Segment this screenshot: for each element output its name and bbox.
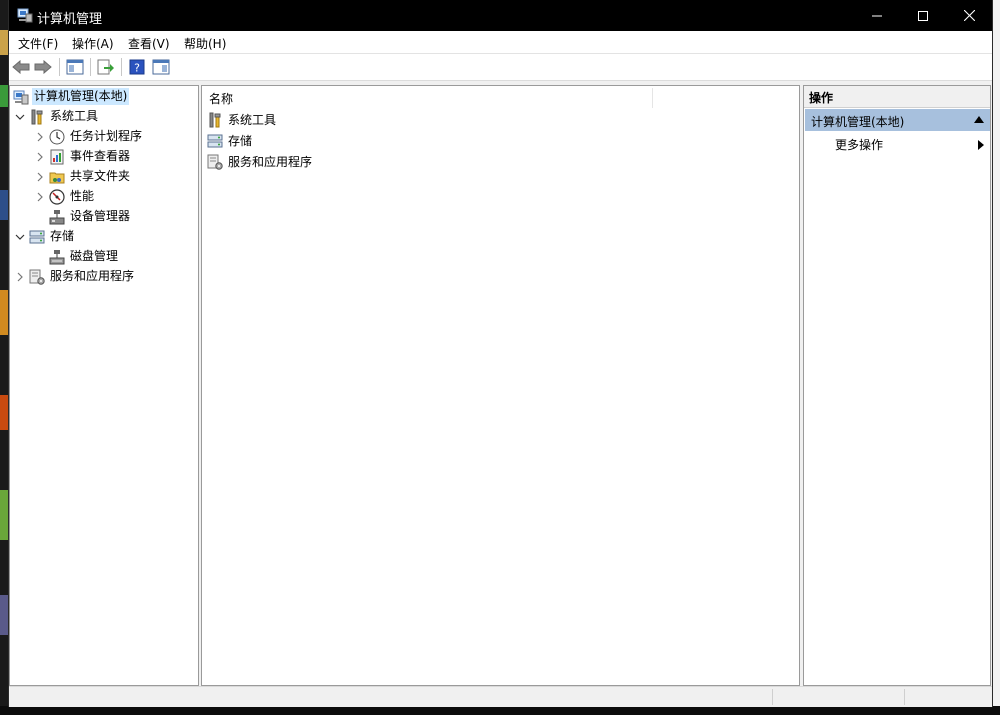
computer-management-window: 计算机管理 文件(F) 操作(A) 查看(V) 帮助(H) ? 计算机管理(本地… xyxy=(9,0,992,707)
tree-item-task-scheduler[interactable]: 任务计划程序 xyxy=(34,127,144,146)
menu-help[interactable]: 帮助(H) xyxy=(184,35,226,52)
more-actions-item[interactable]: 更多操作 xyxy=(835,136,883,153)
status-bar xyxy=(9,686,992,707)
list-item-storage[interactable]: 存储 xyxy=(207,131,254,151)
tree-item-label: 性能 xyxy=(70,189,95,203)
list-item-services-applications[interactable]: 服务和应用程序 xyxy=(207,152,314,172)
tree-item-label: 任务计划程序 xyxy=(70,129,143,143)
tree-item-services-applications[interactable]: 服务和应用程序 xyxy=(14,267,136,286)
tree-item-label: 事件查看器 xyxy=(70,149,131,163)
desktop-right-edge xyxy=(992,0,1000,715)
tree-item-event-viewer[interactable]: 事件查看器 xyxy=(34,147,132,166)
list-item-label: 服务和应用程序 xyxy=(228,154,313,169)
actions-title-text: 操作 xyxy=(809,91,834,105)
forward-arrow-icon xyxy=(34,60,52,74)
export-list-icon xyxy=(97,59,114,75)
collapse-up-icon[interactable] xyxy=(974,116,984,123)
tree-item-label: 服务和应用程序 xyxy=(50,269,135,283)
svg-text:?: ? xyxy=(134,62,140,75)
device-manager-icon xyxy=(49,209,65,225)
tree-item-performance[interactable]: 性能 xyxy=(34,187,96,206)
chevron-right-icon[interactable] xyxy=(14,271,26,283)
storage-icon xyxy=(207,133,223,149)
tree-item-shared-folders[interactable]: 共享文件夹 xyxy=(34,167,132,186)
tree-item-computer-management[interactable]: 计算机管理(本地) xyxy=(13,87,130,106)
tree-item-storage[interactable]: 存储 xyxy=(14,227,76,246)
tree-item-label: 计算机管理(本地) xyxy=(32,88,130,105)
maximize-icon xyxy=(918,10,928,21)
forward-button[interactable] xyxy=(33,57,53,77)
maximize-button[interactable] xyxy=(900,0,946,31)
tree-item-disk-management[interactable]: 磁盘管理 xyxy=(49,247,120,266)
menu-view[interactable]: 查看(V) xyxy=(128,35,170,52)
system-tools-icon xyxy=(207,112,223,128)
desktop-taskbar-edge xyxy=(0,706,1000,715)
minimize-icon xyxy=(872,15,882,16)
actions-group-label: 计算机管理(本地) xyxy=(811,115,905,129)
system-tools-icon xyxy=(29,109,45,125)
tree-item-device-manager[interactable]: 设备管理器 xyxy=(49,207,132,226)
chevron-right-icon[interactable] xyxy=(34,171,46,183)
back-arrow-icon xyxy=(12,60,30,74)
services-applications-icon xyxy=(29,269,45,285)
menu-file[interactable]: 文件(F) xyxy=(18,35,58,52)
services-applications-icon xyxy=(207,154,223,170)
export-list-button[interactable] xyxy=(96,57,116,77)
minimize-button[interactable] xyxy=(854,0,900,31)
chevron-down-icon[interactable] xyxy=(14,231,26,243)
toolbar-separator xyxy=(59,58,60,76)
content-list-pane: 名称 系统工具 存储 服务和应用程序 xyxy=(201,85,800,686)
close-icon xyxy=(963,10,975,21)
list-item-system-tools[interactable]: 系统工具 xyxy=(207,110,278,130)
chevron-right-icon[interactable] xyxy=(34,191,46,203)
title-bar[interactable]: 计算机管理 xyxy=(9,0,992,31)
show-hide-action-pane-icon xyxy=(152,59,170,75)
show-hide-console-tree-button[interactable] xyxy=(65,57,85,77)
close-button[interactable] xyxy=(946,0,992,31)
computer-management-icon xyxy=(17,8,33,26)
console-tree-pane: 计算机管理(本地) 系统工具 任务计划程序 事件查看器 共享文件夹 性能 设备管… xyxy=(9,85,199,686)
event-viewer-icon xyxy=(49,149,65,165)
tree-item-label: 设备管理器 xyxy=(70,209,131,223)
tree-item-label: 共享文件夹 xyxy=(70,169,131,183)
help-icon: ? xyxy=(129,59,145,75)
toolbar-separator xyxy=(121,58,122,76)
list-item-label: 系统工具 xyxy=(228,112,277,127)
column-name-header[interactable]: 名称 xyxy=(209,90,233,107)
list-item-label: 存储 xyxy=(228,133,253,148)
tree-item-label: 系统工具 xyxy=(50,109,99,123)
actions-pane-title: 操作 xyxy=(804,86,990,108)
performance-gauge-icon xyxy=(49,188,65,205)
toolbar-separator xyxy=(90,58,91,76)
storage-icon xyxy=(29,229,45,245)
column-divider[interactable] xyxy=(652,88,653,108)
chevron-down-icon[interactable] xyxy=(14,111,26,123)
tree-item-system-tools[interactable]: 系统工具 xyxy=(14,107,100,126)
disk-management-icon xyxy=(49,249,65,265)
chevron-right-icon[interactable] xyxy=(34,151,46,163)
clock-icon xyxy=(49,129,65,145)
show-hide-console-tree-icon xyxy=(66,59,84,75)
show-hide-action-pane-button[interactable] xyxy=(151,57,171,77)
computer-management-icon xyxy=(13,89,29,105)
back-button[interactable] xyxy=(11,57,31,77)
menu-action[interactable]: 操作(A) xyxy=(72,35,114,52)
menu-bar: 文件(F) 操作(A) 查看(V) 帮助(H) xyxy=(9,31,992,54)
chevron-right-icon[interactable] xyxy=(34,131,46,143)
actions-group-computer-management[interactable]: 计算机管理(本地) xyxy=(805,109,990,131)
tree-item-label: 磁盘管理 xyxy=(70,249,119,263)
desktop-left-edge xyxy=(0,0,9,715)
toolbar: ? xyxy=(9,54,992,81)
help-button[interactable]: ? xyxy=(127,57,147,77)
submenu-arrow-icon[interactable] xyxy=(978,140,984,150)
tree-item-label: 存储 xyxy=(50,229,75,243)
actions-pane: 操作 计算机管理(本地) 更多操作 xyxy=(803,85,991,686)
status-segment xyxy=(772,689,903,705)
list-column-header[interactable]: 名称 xyxy=(202,86,799,109)
status-segment xyxy=(904,689,991,705)
shared-folder-icon xyxy=(49,169,65,185)
window-title: 计算机管理 xyxy=(37,12,103,27)
